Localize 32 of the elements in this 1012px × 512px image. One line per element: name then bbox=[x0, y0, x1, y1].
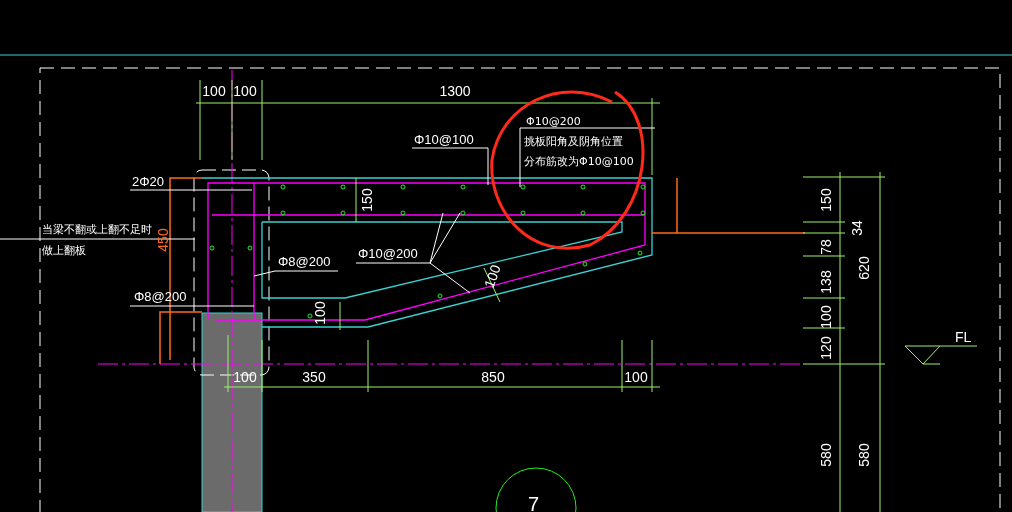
dimension-label: 100 bbox=[202, 83, 226, 99]
note-text: 当梁不翻或上翻不足时 bbox=[42, 223, 152, 236]
dimension-label: 850 bbox=[481, 369, 505, 385]
dimension-label: 100 bbox=[312, 301, 328, 325]
dimension-label: 1300 bbox=[439, 83, 471, 99]
dimension-label: 100 bbox=[818, 305, 834, 329]
dimension-label: 580 bbox=[818, 443, 834, 467]
dimension-label: 78 bbox=[818, 239, 834, 255]
dimension-label: 100 bbox=[233, 83, 257, 99]
dimension-label: 150 bbox=[818, 188, 834, 212]
note-text: 挑板阳角及阴角位置 bbox=[524, 135, 623, 148]
rebar-label: Φ10@100 bbox=[414, 132, 474, 147]
dimension-label: 580 bbox=[856, 443, 872, 467]
rebar-label: Φ8@200 bbox=[278, 254, 331, 269]
dimension-label: 100 bbox=[480, 262, 504, 290]
dimension-label: 34 bbox=[849, 220, 865, 236]
dimension-label: 100 bbox=[624, 369, 648, 385]
detail-number: 7 bbox=[528, 493, 540, 512]
dimension-label: 150 bbox=[359, 188, 375, 212]
level-symbol-icon bbox=[904, 345, 978, 365]
note-text: 分布筋改为Φ10@100 bbox=[524, 155, 634, 168]
dimension-label: 100 bbox=[233, 369, 257, 385]
dimension-label: 138 bbox=[818, 270, 834, 294]
rebar-label: 2Φ20 bbox=[132, 174, 165, 189]
note-text: 做上翻板 bbox=[42, 244, 86, 257]
dimension-label: 350 bbox=[302, 369, 326, 385]
dimension-label: 620 bbox=[856, 256, 872, 280]
level-label: FL bbox=[955, 329, 972, 345]
dimension-label: 120 bbox=[818, 336, 834, 360]
dimension-label: 450 bbox=[155, 228, 171, 252]
rebar-label: Φ10@200 bbox=[358, 246, 418, 261]
note-text: Φ10@200 bbox=[526, 115, 581, 128]
